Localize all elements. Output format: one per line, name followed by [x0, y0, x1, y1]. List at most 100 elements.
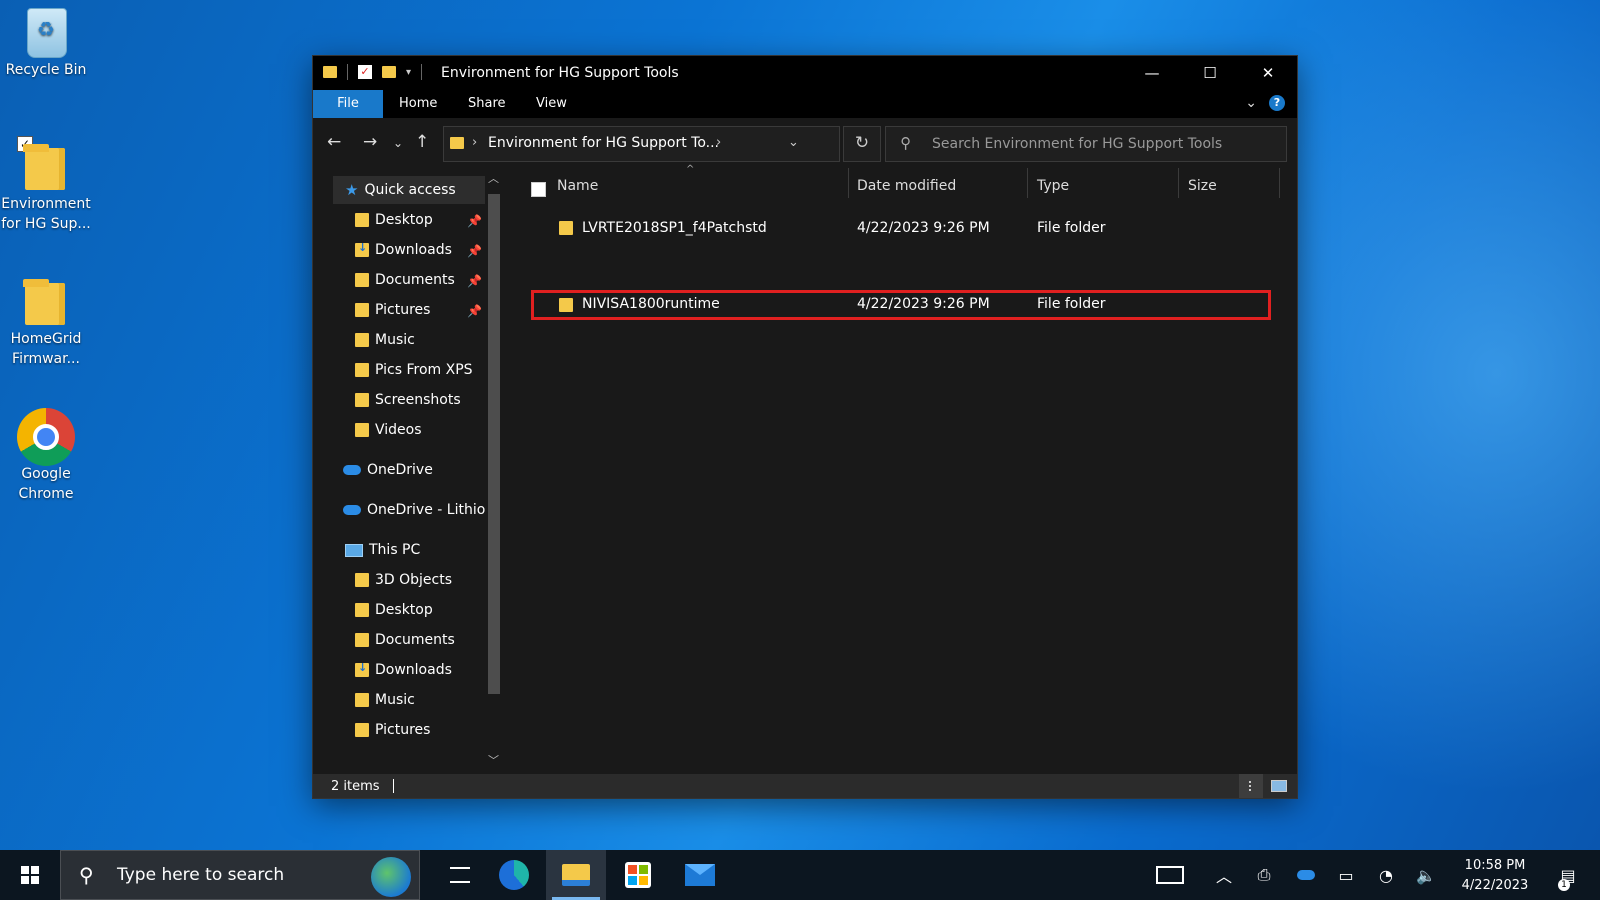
address-bar[interactable]: › Environment for HG Support To... › ⌄: [443, 126, 840, 162]
select-all-checkbox[interactable]: [531, 182, 546, 197]
task-view-button[interactable]: [432, 850, 488, 900]
column-header-name[interactable]: Name: [557, 178, 598, 194]
table-row-highlighted[interactable]: NIVISA1800runtime 4/22/2023 9:26 PM File…: [531, 290, 1271, 320]
forward-arrow-icon[interactable]: →: [363, 132, 377, 152]
taskbar-mail[interactable]: [670, 850, 730, 900]
column-header-type[interactable]: Type: [1037, 178, 1069, 194]
column-divider[interactable]: [1178, 168, 1179, 198]
3d-objects-folder-icon: [355, 573, 369, 587]
wifi-icon: ◔: [1379, 865, 1393, 885]
nav-item-downloads[interactable]: Downloads: [355, 241, 452, 258]
folder-icon: [450, 137, 464, 149]
nav-item-videos[interactable]: Videos: [355, 422, 422, 438]
nav-item-pics-from-xps[interactable]: Pics From XPS: [355, 362, 473, 378]
details-view-button[interactable]: [1239, 774, 1263, 798]
meet-now-button[interactable]: ⎙: [1250, 850, 1278, 900]
column-divider[interactable]: [1279, 168, 1280, 198]
nav-label: Downloads: [375, 662, 452, 678]
recent-locations-chevron-icon[interactable]: ⌄: [393, 136, 403, 150]
chevron-right-icon[interactable]: ›: [716, 135, 721, 150]
maximize-button[interactable]: ☐: [1181, 56, 1239, 90]
nav-item-pictures[interactable]: Pictures: [355, 302, 430, 318]
battery-button[interactable]: ▭: [1332, 850, 1360, 900]
column-header-size[interactable]: Size: [1188, 178, 1217, 194]
taskbar-edge[interactable]: [484, 850, 544, 900]
tab-share[interactable]: Share: [468, 90, 506, 118]
nav-item-desktop[interactable]: Desktop: [355, 212, 433, 228]
refresh-button[interactable]: ↻: [843, 126, 881, 162]
address-history-chevron-icon[interactable]: ⌄: [788, 135, 799, 150]
tab-file[interactable]: File: [313, 90, 383, 118]
table-row[interactable]: LVRTE2018SP1_f4Patchstd 4/22/2023 9:26 P…: [531, 216, 1271, 242]
clock[interactable]: 10:58 PM 4/22/2023: [1450, 856, 1540, 896]
new-folder-icon[interactable]: [382, 66, 396, 78]
onedrive-cloud-icon: [1297, 870, 1315, 880]
file-explorer-icon: [562, 864, 590, 886]
nav-pc-3d-objects[interactable]: 3D Objects: [355, 572, 452, 588]
nav-pc-desktop[interactable]: Desktop: [355, 602, 433, 618]
volume-button[interactable]: 🔈: [1412, 850, 1440, 900]
nav-this-pc[interactable]: This PC: [345, 542, 420, 558]
minimize-button[interactable]: —: [1123, 56, 1181, 90]
taskbar-search-text: Type here to search: [117, 865, 285, 885]
column-header-date-modified[interactable]: Date modified: [857, 178, 956, 194]
expand-ribbon-icon[interactable]: ⌄: [1245, 95, 1257, 111]
file-name: LVRTE2018SP1_f4Patchstd: [582, 220, 767, 236]
action-center-button[interactable]: ▤: [1548, 850, 1588, 900]
desktop-icon-environment-folder[interactable]: Environment for HG Sup...: [0, 140, 92, 234]
nav-pc-documents[interactable]: Documents: [355, 632, 455, 648]
pin-icon[interactable]: 📌: [467, 274, 482, 288]
nav-item-music[interactable]: Music: [355, 332, 415, 348]
desktop-icon-label: Google: [21, 466, 71, 482]
desktop-icon-recycle-bin[interactable]: Recycle Bin: [0, 6, 92, 80]
onedrive-tray-button[interactable]: [1292, 850, 1320, 900]
column-divider[interactable]: [848, 168, 849, 198]
tab-home[interactable]: Home: [399, 90, 437, 118]
start-button[interactable]: [0, 850, 60, 900]
navigation-bar: ← → ⌄ ↑ › Environment for HG Support To.…: [313, 118, 1297, 166]
search-box[interactable]: ⚲ Search Environment for HG Support Tool…: [885, 126, 1287, 162]
scroll-thumb[interactable]: [488, 194, 500, 694]
taskbar-search-box[interactable]: ⚲ Type here to search: [60, 850, 420, 900]
pin-icon[interactable]: 📌: [467, 244, 482, 258]
search-highlight-globe-icon[interactable]: [371, 857, 411, 897]
nav-pc-music[interactable]: Music: [355, 692, 415, 708]
search-icon: ⚲: [79, 863, 94, 887]
nav-quick-access[interactable]: ★ Quick access: [333, 176, 487, 204]
properties-icon[interactable]: ✓: [358, 65, 372, 79]
nav-item-screenshots[interactable]: Screenshots: [355, 392, 461, 408]
nav-pc-pictures[interactable]: Pictures: [355, 722, 430, 738]
pin-icon[interactable]: 📌: [467, 214, 482, 228]
tab-view[interactable]: View: [536, 90, 567, 118]
help-icon[interactable]: ?: [1269, 95, 1285, 111]
nav-label: This PC: [369, 542, 421, 558]
scroll-up-icon[interactable]: ︿: [488, 170, 499, 186]
large-icons-view-button[interactable]: [1267, 774, 1291, 798]
nav-onedrive[interactable]: OneDrive: [343, 462, 433, 478]
navigation-pane: ★ Quick access Desktop 📌 Downloads 📌 Doc…: [313, 166, 508, 774]
pin-icon[interactable]: 📌: [467, 304, 482, 318]
customize-toolbar-icon[interactable]: ▾: [406, 67, 411, 78]
title-bar[interactable]: ✓ ▾ Environment for HG Support Tools — ☐…: [313, 56, 1297, 90]
up-arrow-icon[interactable]: ↑: [415, 132, 429, 152]
back-arrow-icon[interactable]: ←: [327, 132, 341, 152]
desktop-icon-google-chrome[interactable]: Google Chrome: [0, 408, 92, 504]
scroll-down-icon[interactable]: ﹀: [488, 752, 499, 768]
nav-onedrive-lithion[interactable]: OneDrive - Lithion: [343, 502, 494, 518]
desktop-icon-label: Firmwar...: [12, 351, 80, 367]
nav-item-documents[interactable]: Documents: [355, 272, 455, 288]
desktop-folder-icon: [355, 213, 369, 227]
taskbar-file-explorer[interactable]: [546, 850, 606, 900]
ribbon-tabs: File Home Share View ⌄ ?: [313, 90, 1297, 118]
nav-label: Screenshots: [375, 392, 461, 408]
desktop-icon-homegrid-folder[interactable]: HomeGrid Firmwar...: [0, 275, 92, 369]
close-button[interactable]: ✕: [1239, 56, 1297, 90]
nav-pc-downloads[interactable]: Downloads: [355, 661, 452, 678]
network-button[interactable]: ◔: [1372, 850, 1400, 900]
news-widget-button[interactable]: [1150, 850, 1190, 900]
show-hidden-icons-button[interactable]: ︿: [1210, 850, 1238, 900]
taskbar-store[interactable]: [608, 850, 668, 900]
chevron-right-icon[interactable]: ›: [472, 135, 477, 150]
column-divider[interactable]: [1027, 168, 1028, 198]
nav-scrollbar[interactable]: ︿ ﹀: [485, 166, 503, 774]
